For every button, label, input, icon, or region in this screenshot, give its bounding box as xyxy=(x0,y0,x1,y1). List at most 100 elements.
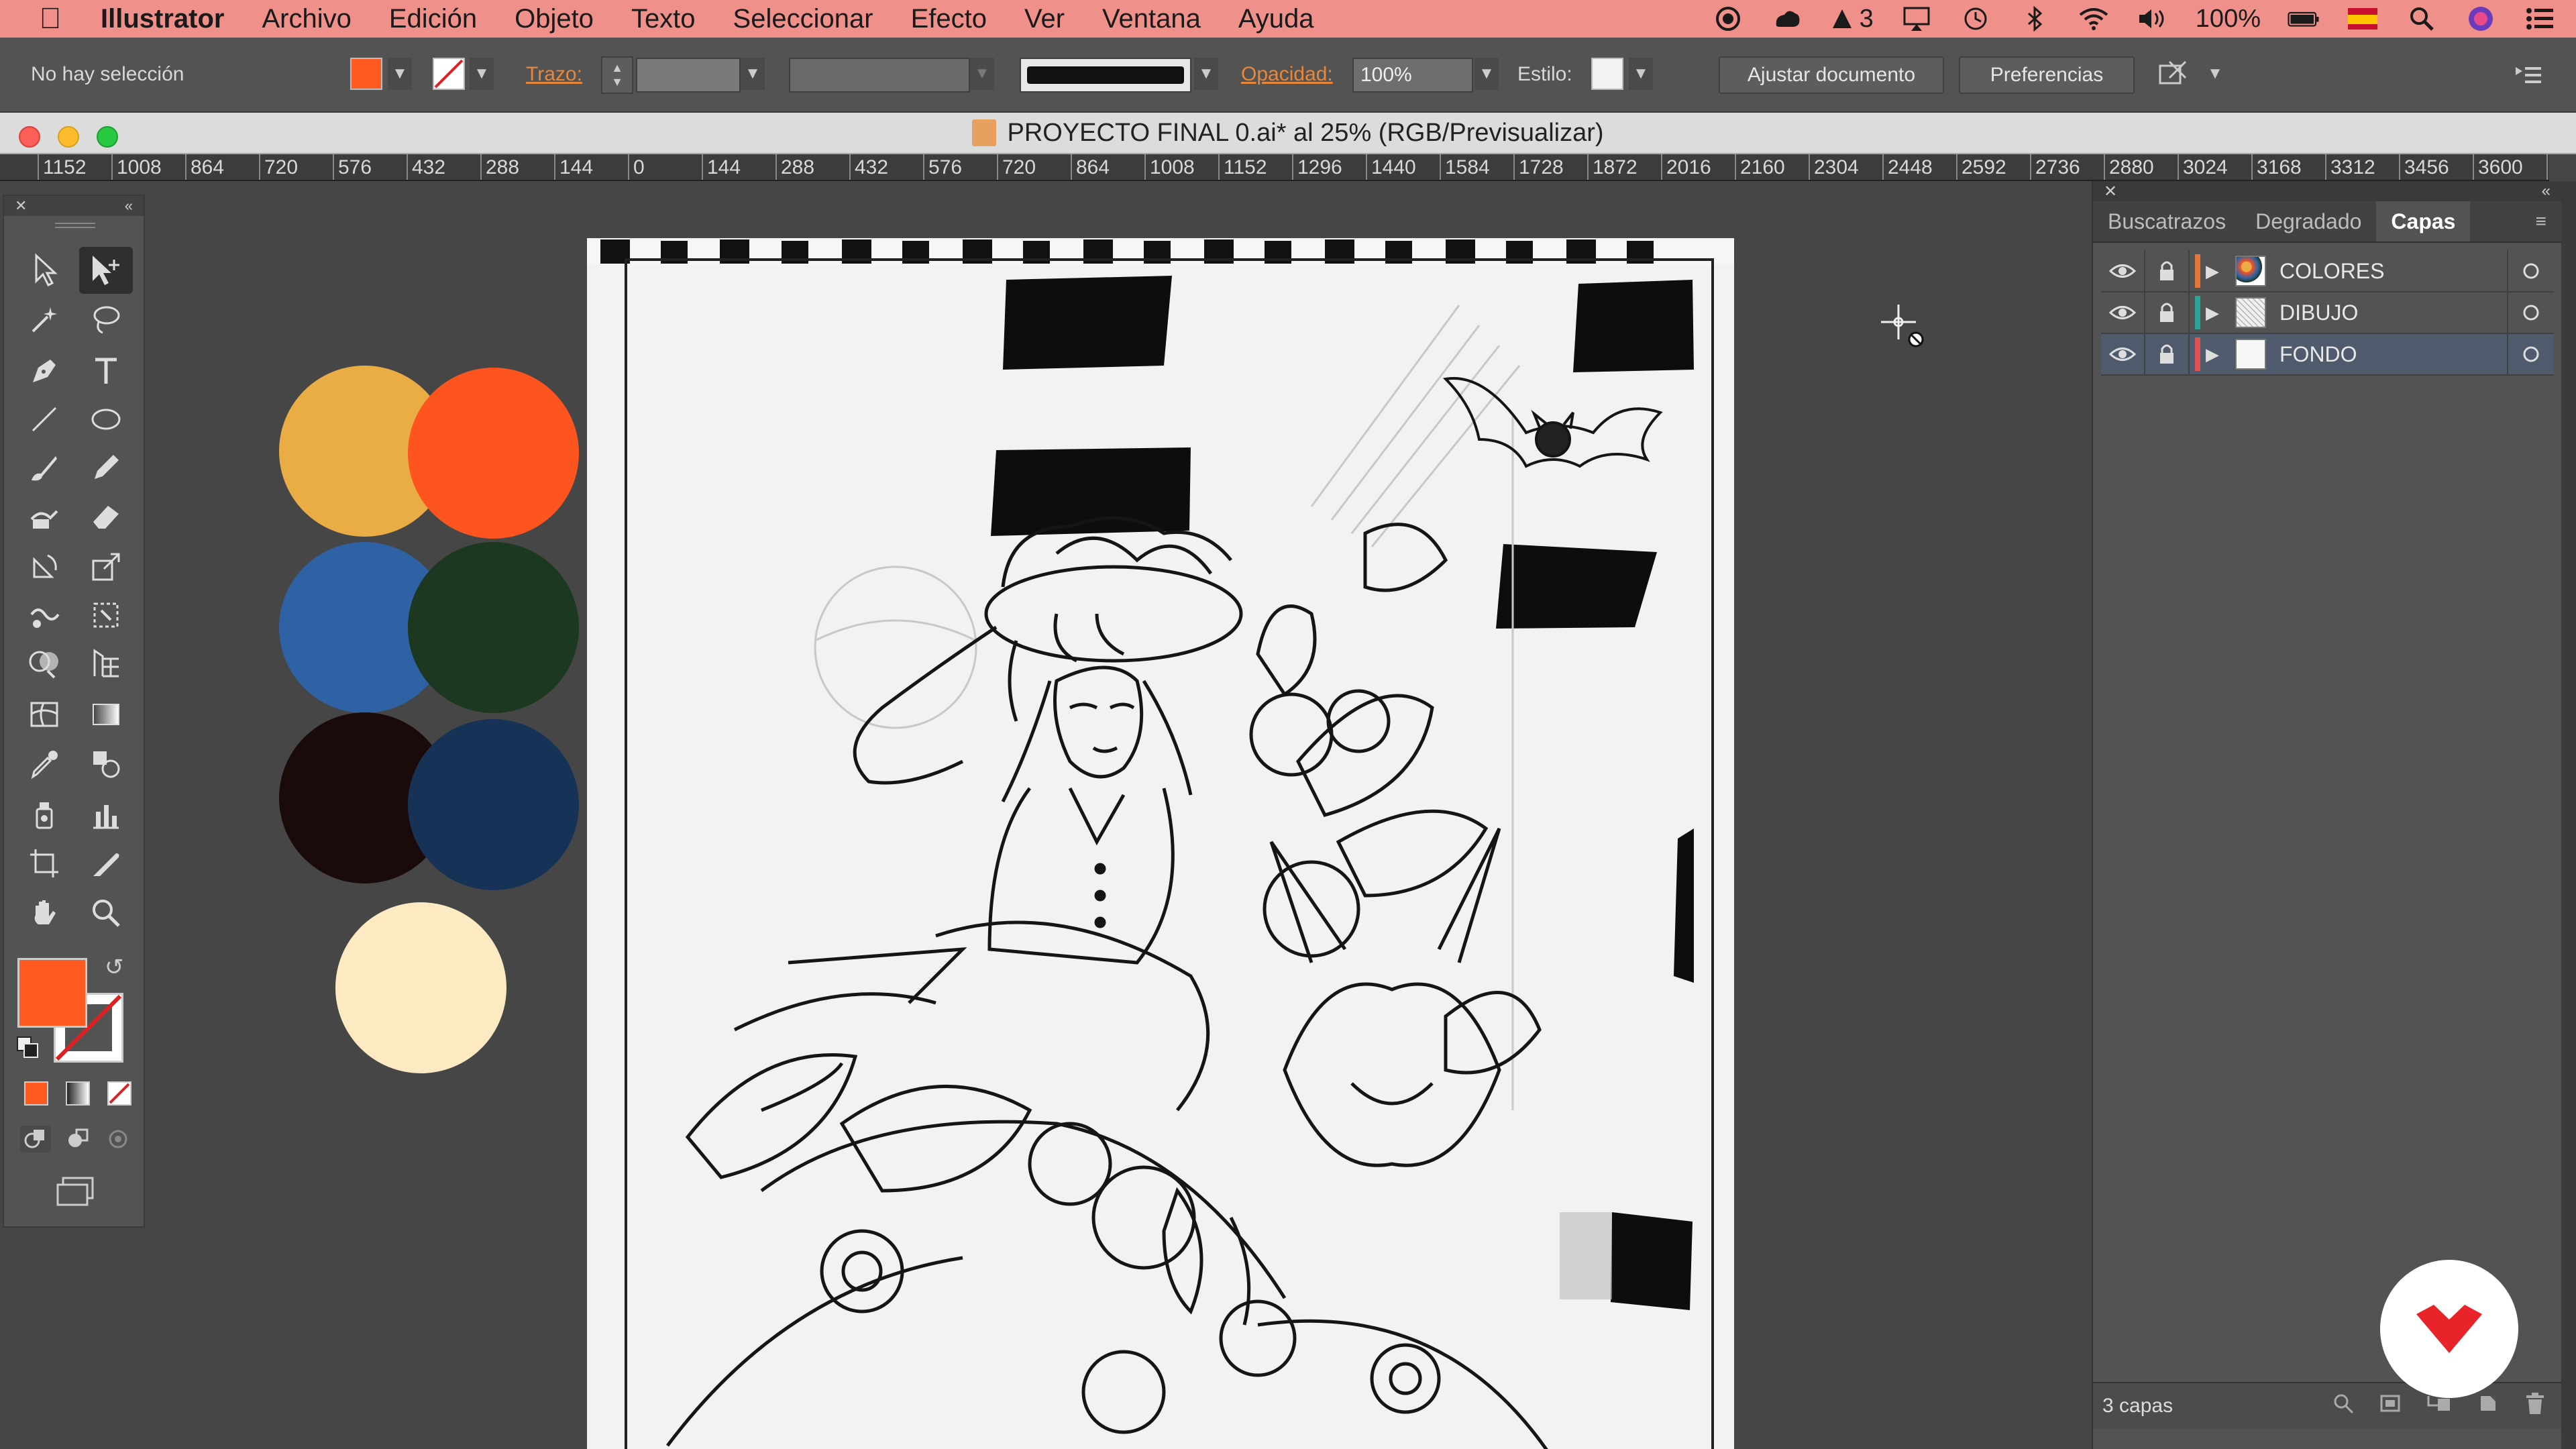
spotlight-search-icon[interactable] xyxy=(2406,5,2438,32)
style-dropdown[interactable]: ▼ xyxy=(1629,58,1653,90)
layer-row-colores[interactable]: ▶ COLORES xyxy=(2101,250,2554,292)
perspective-grid-tool[interactable] xyxy=(79,640,133,687)
color-circle-navy[interactable] xyxy=(408,719,579,890)
warp-tool[interactable] xyxy=(17,592,71,639)
trash-icon[interactable] xyxy=(2524,1391,2546,1421)
selection-tool[interactable] xyxy=(17,247,71,294)
artboard-sketch[interactable] xyxy=(587,238,1734,1449)
close-icon[interactable]: ✕ xyxy=(15,197,27,215)
menu-efecto[interactable]: Efecto xyxy=(911,4,987,34)
menu-ventana[interactable]: Ventana xyxy=(1102,4,1201,34)
opacity-dropdown[interactable]: ▼ xyxy=(1474,58,1499,90)
layer-row-fondo[interactable]: ▶ FONDO xyxy=(2101,333,2554,376)
arrange-dropdown[interactable]: ▼ xyxy=(2203,58,2227,90)
menu-texto[interactable]: Texto xyxy=(631,4,696,34)
swap-fill-stroke-icon[interactable]: ↺ xyxy=(105,954,124,981)
battery-icon[interactable] xyxy=(2288,5,2320,32)
adobe-fonts-status[interactable]: 3 xyxy=(1830,5,1874,34)
notification-center-icon[interactable] xyxy=(2524,5,2556,32)
free-transform-tool[interactable] xyxy=(79,592,133,639)
variable-width-dropdown[interactable]: ▼ xyxy=(970,58,994,90)
shape-builder-tool[interactable] xyxy=(17,640,71,687)
style-swatch[interactable] xyxy=(1591,58,1623,90)
target-circle-icon[interactable] xyxy=(2507,292,2554,333)
create-layer-icon[interactable] xyxy=(2477,1392,2500,1420)
eye-icon[interactable] xyxy=(2101,292,2145,333)
expand-arrow-icon[interactable]: ▶ xyxy=(2206,344,2235,365)
rotate-tool[interactable] xyxy=(17,543,71,590)
brush-dropdown[interactable]: ▼ xyxy=(1194,58,1218,90)
tab-capas[interactable]: Capas xyxy=(2376,201,2471,241)
eraser-tool[interactable] xyxy=(79,492,133,539)
fit-document-button[interactable]: Ajustar documento xyxy=(1719,56,1944,94)
panel-menu-icon[interactable] xyxy=(2513,63,2542,93)
menu-ver[interactable]: Ver xyxy=(1024,4,1065,34)
collapse-icon[interactable]: « xyxy=(2542,182,2551,201)
preferences-button[interactable]: Preferencias xyxy=(1959,56,2135,94)
draw-inside-icon[interactable] xyxy=(103,1126,134,1152)
panel-menu-icon[interactable]: ≡ xyxy=(2521,201,2561,241)
screen-record-icon[interactable] xyxy=(1712,5,1744,32)
color-circle-orange[interactable] xyxy=(408,368,579,539)
layer-name[interactable]: FONDO xyxy=(2279,342,2507,367)
minimize-window-button[interactable] xyxy=(58,126,79,148)
symbol-sprayer-tool[interactable] xyxy=(17,792,71,839)
menu-edicion[interactable]: Edición xyxy=(389,4,477,34)
lock-icon[interactable] xyxy=(2145,333,2190,375)
expand-arrow-icon[interactable]: ▶ xyxy=(2206,303,2235,323)
tab-degradado[interactable]: Degradado xyxy=(2241,201,2376,241)
line-tool[interactable] xyxy=(17,396,71,443)
app-menu-illustrator[interactable]: Illustrator xyxy=(101,4,224,34)
fill-color-box[interactable] xyxy=(17,958,87,1028)
artboard-tool[interactable] xyxy=(17,840,71,887)
menu-archivo[interactable]: Archivo xyxy=(262,4,351,34)
ellipse-tool[interactable] xyxy=(79,396,133,443)
layer-name[interactable]: DIBUJO xyxy=(2279,301,2507,325)
type-tool[interactable] xyxy=(79,347,133,394)
tab-buscatrazos[interactable]: Buscatrazos xyxy=(2093,201,2241,241)
eye-icon[interactable] xyxy=(2101,250,2145,292)
make-clipping-mask-icon[interactable] xyxy=(2379,1392,2402,1420)
horizontal-ruler[interactable]: 1152 1008 864 720 576 432 288 144 0 144 288 432 576 7… xyxy=(0,154,2549,181)
menu-objeto[interactable]: Objeto xyxy=(515,4,594,34)
stroke-label[interactable]: Trazo: xyxy=(526,63,582,86)
gradient-tool[interactable] xyxy=(79,691,133,738)
fill-dropdown[interactable]: ▼ xyxy=(388,58,412,90)
paintbrush-tool[interactable] xyxy=(17,444,71,491)
menu-seleccionar[interactable]: Seleccionar xyxy=(733,4,873,34)
draw-behind-icon[interactable] xyxy=(62,1126,93,1152)
graph-tool[interactable] xyxy=(79,792,133,839)
draw-normal-icon[interactable] xyxy=(20,1126,51,1152)
menu-ayuda[interactable]: Ayuda xyxy=(1238,4,1314,34)
eye-icon[interactable] xyxy=(2101,333,2145,375)
stroke-swatch[interactable] xyxy=(433,58,465,90)
collapse-icon[interactable]: « xyxy=(125,197,133,215)
stroke-weight-field[interactable] xyxy=(636,58,741,93)
search-icon[interactable] xyxy=(2332,1392,2355,1420)
magic-wand-tool[interactable] xyxy=(17,297,71,343)
color-circle-cream[interactable] xyxy=(335,902,506,1073)
hand-tool[interactable] xyxy=(17,890,71,936)
shaper-tool[interactable] xyxy=(17,492,71,539)
scale-tool[interactable] xyxy=(79,543,133,590)
opacity-label[interactable]: Opacidad: xyxy=(1241,63,1333,86)
bluetooth-icon[interactable] xyxy=(2019,5,2051,32)
wifi-icon[interactable] xyxy=(2078,5,2110,32)
pen-tool[interactable] xyxy=(17,347,71,394)
siri-icon[interactable] xyxy=(2465,5,2497,32)
arrange-documents-icon[interactable] xyxy=(2156,58,2196,97)
default-fill-stroke-icon[interactable] xyxy=(16,1036,40,1063)
variable-width-field[interactable] xyxy=(789,58,970,93)
spanish-flag-icon[interactable] xyxy=(2347,5,2379,32)
eyedropper-tool[interactable] xyxy=(17,741,71,788)
fill-swatch[interactable] xyxy=(350,58,382,90)
creative-cloud-icon[interactable] xyxy=(1771,5,1803,32)
stroke-dropdown[interactable]: ▼ xyxy=(470,58,494,90)
layer-row-dibujo[interactable]: ▶ DIBUJO xyxy=(2101,292,2554,334)
domestika-badge[interactable] xyxy=(2380,1260,2518,1398)
none-mode-button[interactable] xyxy=(107,1081,131,1106)
lock-icon[interactable] xyxy=(2145,250,2190,292)
expand-arrow-icon[interactable]: ▶ xyxy=(2206,261,2235,282)
color-circle-dark-green[interactable] xyxy=(408,542,579,713)
stroke-weight-stepper[interactable]: ▲ ▼ xyxy=(601,56,633,94)
